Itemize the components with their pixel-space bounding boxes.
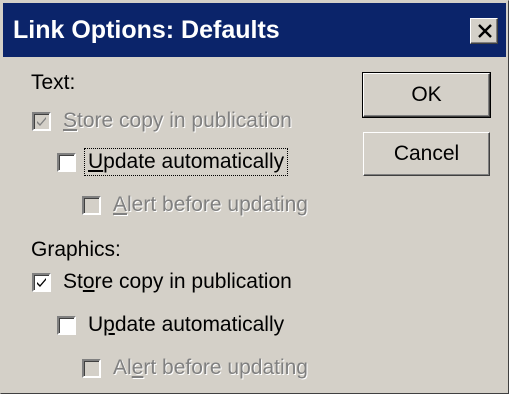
- ok-button[interactable]: OK: [362, 72, 491, 118]
- checkmark-icon: [37, 116, 46, 126]
- text-store-copy-option: Store copy in publication: [32, 106, 295, 136]
- title-bar[interactable]: Link Options: Defaults: [3, 3, 506, 57]
- text-alert-checkbox: [82, 195, 101, 215]
- dialog-title: Link Options: Defaults: [13, 16, 280, 44]
- graphics-store-copy-option[interactable]: Store copy in publication: [32, 267, 295, 297]
- graphics-alert-checkbox: [82, 358, 101, 378]
- graphics-alert-label: Alert before updating: [113, 356, 308, 379]
- graphics-update-auto-option[interactable]: Update automatically: [57, 310, 287, 340]
- text-update-auto-label[interactable]: Update automatically: [83, 148, 289, 176]
- link-options-dialog: Link Options: Defaults Text: Store copy …: [0, 0, 509, 394]
- text-alert-option: Alert before updating: [82, 190, 311, 220]
- text-store-copy-checkbox: [32, 111, 51, 131]
- text-store-copy-label: Store copy in publication: [63, 109, 292, 132]
- graphics-update-auto-checkbox[interactable]: [57, 315, 76, 335]
- text-alert-label: Alert before updating: [113, 193, 308, 216]
- graphics-group-label: Graphics:: [31, 238, 121, 261]
- graphics-store-copy-label[interactable]: Store copy in publication: [60, 269, 295, 295]
- close-button[interactable]: [470, 18, 498, 44]
- text-group-label: Text:: [31, 71, 76, 94]
- checkmark-icon: [37, 277, 46, 287]
- graphics-alert-option: Alert before updating: [82, 353, 311, 383]
- graphics-store-copy-checkbox[interactable]: [32, 272, 51, 292]
- graphics-update-auto-label[interactable]: Update automatically: [85, 312, 287, 338]
- text-update-auto-option[interactable]: Update automatically: [57, 147, 289, 177]
- cancel-button[interactable]: Cancel: [363, 132, 490, 176]
- close-x-icon: [478, 24, 492, 38]
- text-update-auto-checkbox[interactable]: [57, 152, 76, 172]
